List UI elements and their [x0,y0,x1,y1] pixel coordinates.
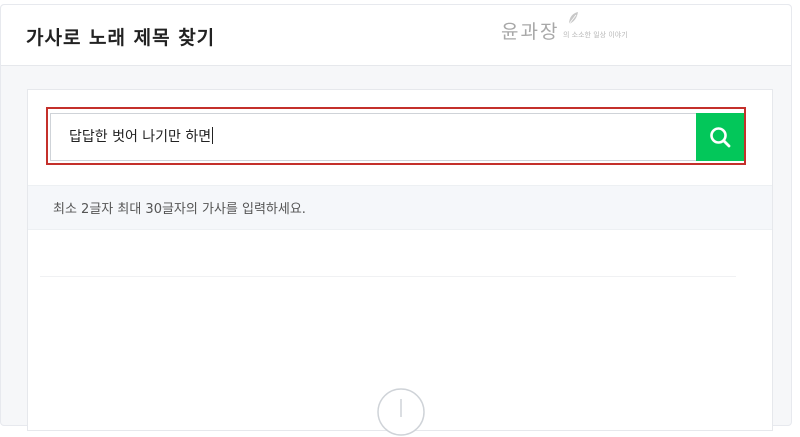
widget-header: 가사로 노래 제목 찾기 윤과장 의 소소한 일상 이야기 [1,5,791,66]
text-caret [212,127,214,144]
search-box: 답답한 벗어 나기만 하면 [50,113,744,161]
watermark-brand: 윤과장 [501,21,560,43]
watermark-tagline: 의 소소한 일상 이야기 [563,31,628,39]
search-input[interactable]: 답답한 벗어 나기만 하면 [51,114,695,160]
page-title: 가사로 노래 제목 찾기 [26,27,216,49]
search-icon [710,127,731,148]
search-button[interactable] [696,113,744,161]
widget-frame: 가사로 노래 제목 찾기 윤과장 의 소소한 일상 이야기 답답한 벗어 나기만… [0,4,792,436]
divider [40,276,736,277]
hint-text: 최소 2글자 최대 30글자의 가사를 입력하세요. [53,202,306,217]
search-input-value: 답답한 벗어 나기만 하면 [69,127,214,145]
add-circle-icon [377,388,425,436]
search-card: 답답한 벗어 나기만 하면 최소 2글자 최대 30글자의 가사를 입력하세요. [27,89,773,436]
hint-bar: 최소 2글자 최대 30글자의 가사를 입력하세요. [28,185,772,230]
leaf-icon [568,12,578,25]
